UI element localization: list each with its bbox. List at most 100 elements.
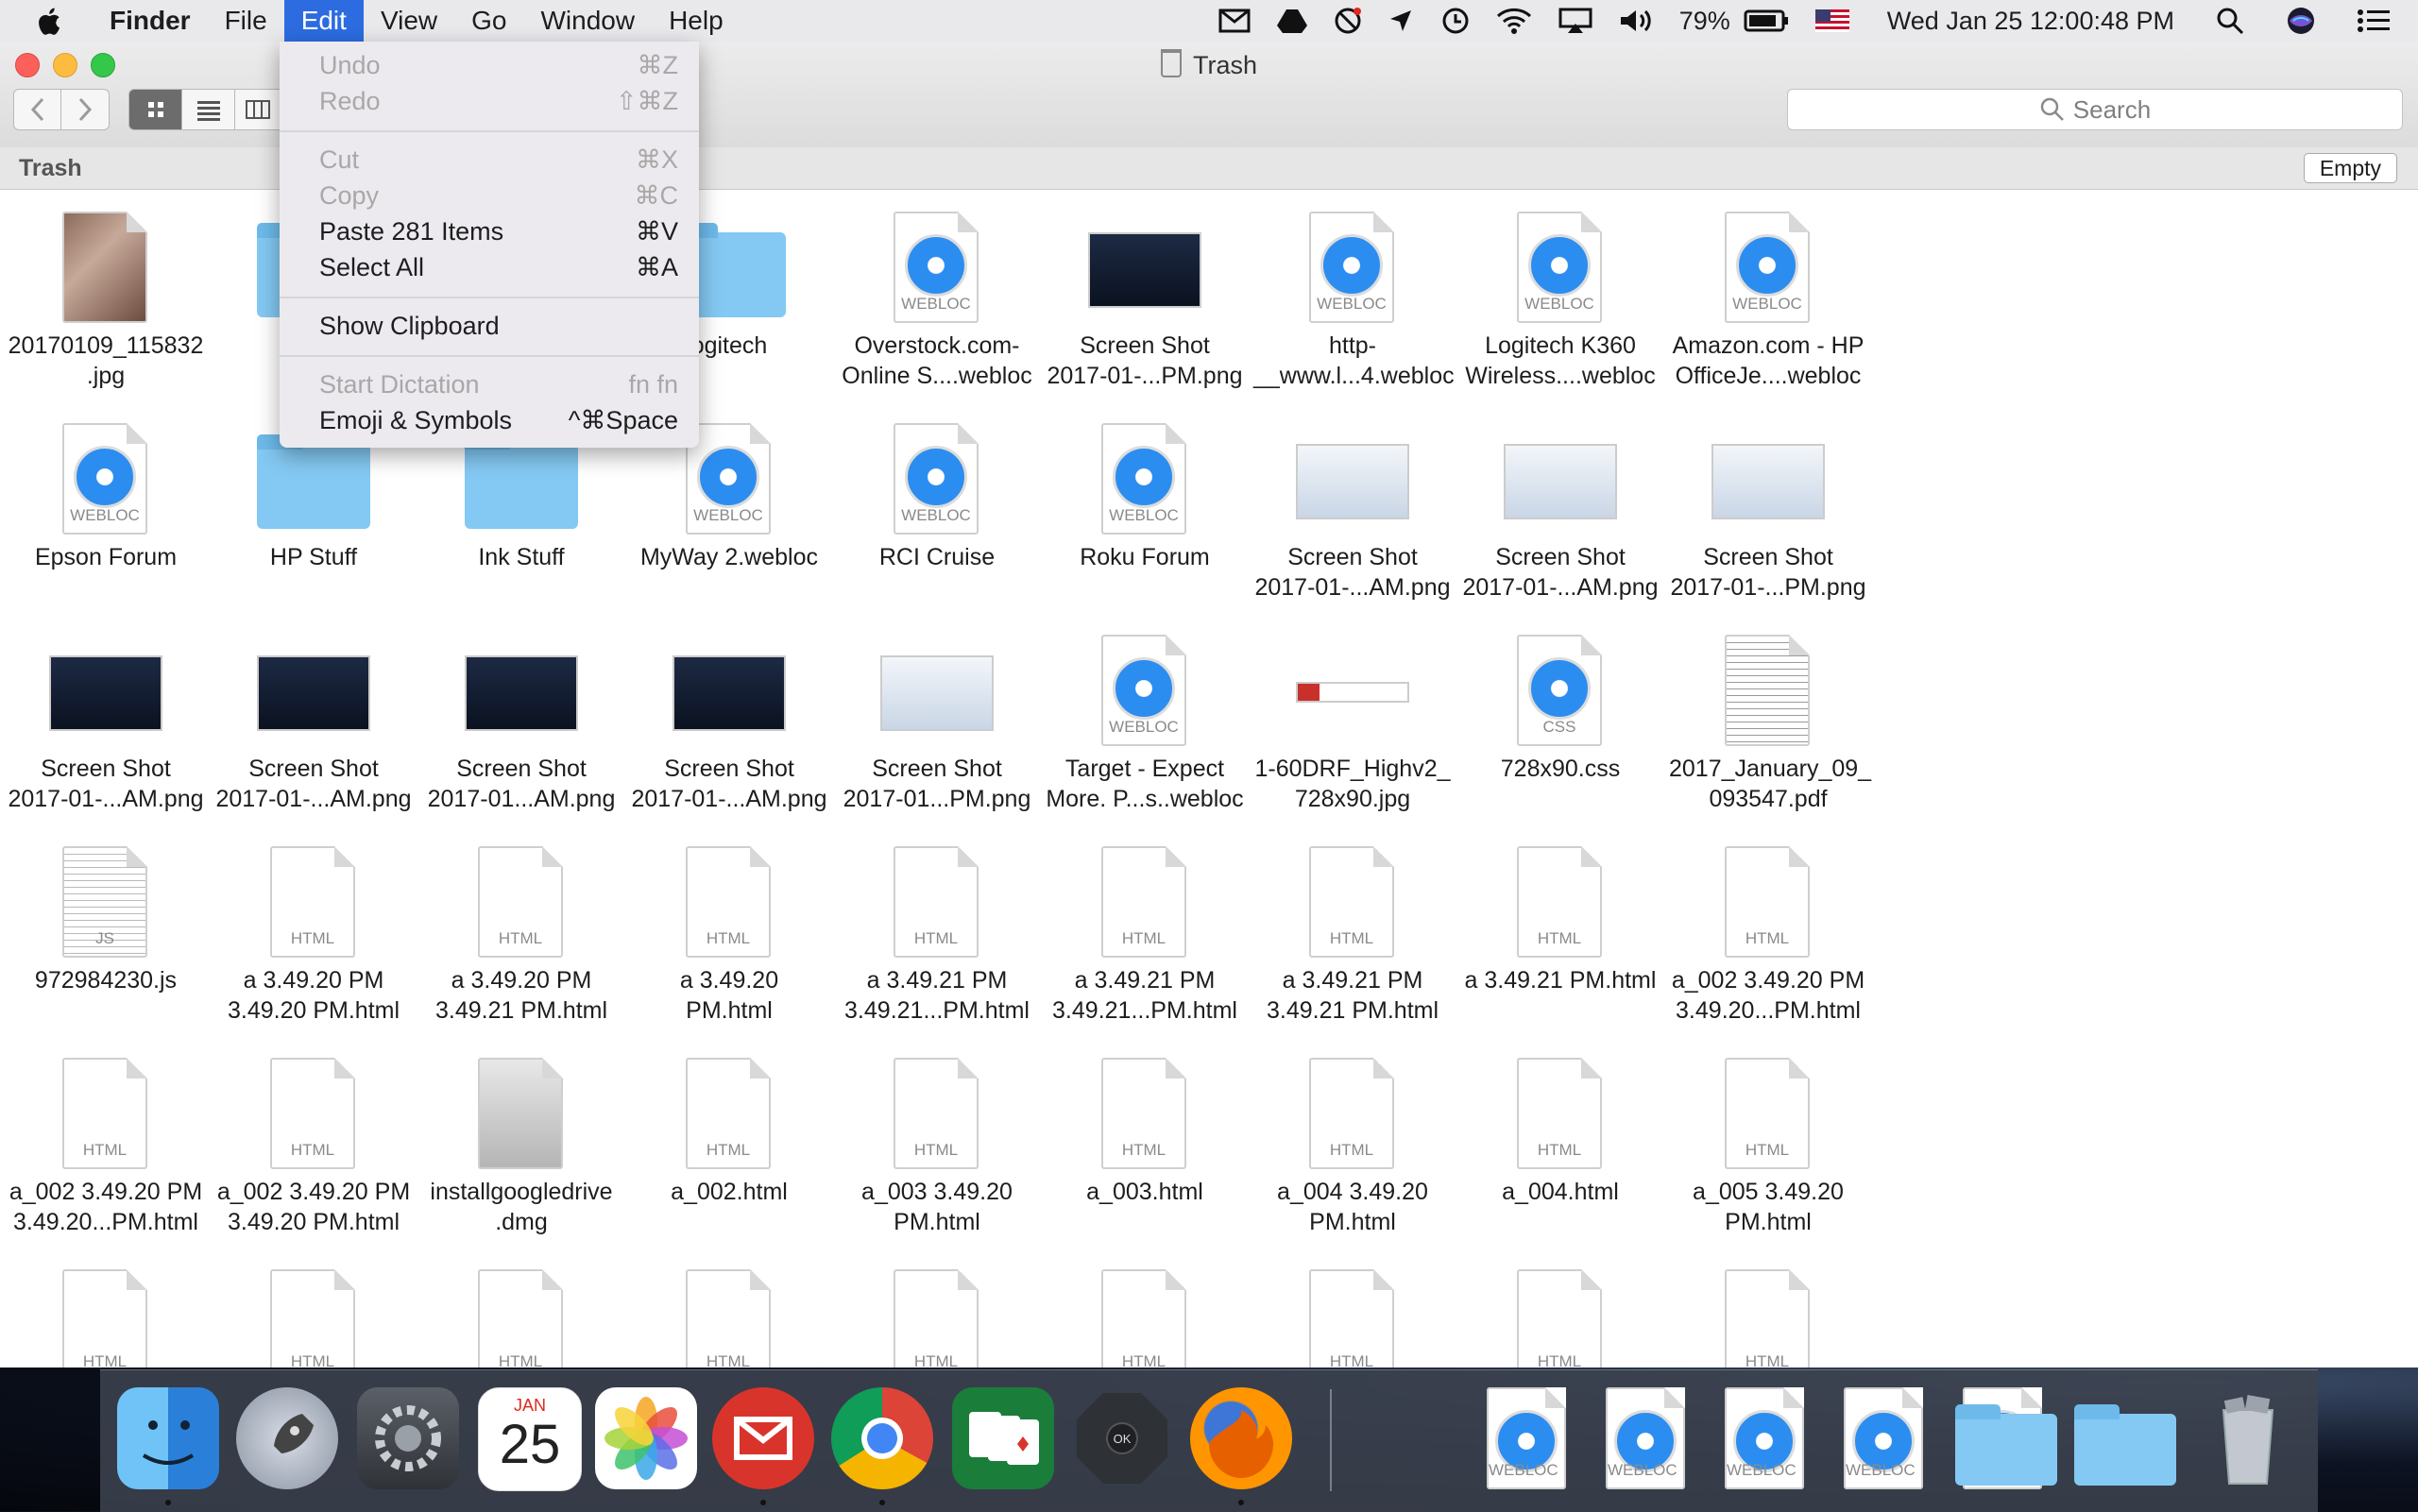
dock-launchpad[interactable] <box>236 1387 338 1489</box>
empty-trash-button[interactable]: Empty <box>2303 153 2397 183</box>
dock-finder[interactable] <box>117 1387 219 1489</box>
menu-item-start-dictation[interactable]: Start Dictation fn fn <box>280 366 699 402</box>
siri-icon[interactable] <box>2286 6 2316 36</box>
file-item[interactable]: HTML a_003.html <box>1046 1048 1244 1260</box>
dock-trash[interactable] <box>2197 1387 2299 1489</box>
menu-item-undo[interactable]: Undo ⌘Z <box>280 47 699 83</box>
file-item[interactable]: HTML <box>838 1260 1036 1368</box>
wifi-icon[interactable] <box>1496 8 1532 34</box>
file-item[interactable]: HTML a 3.49.21 PM 3.49.21 PM.html <box>1253 837 1452 1048</box>
file-item[interactable]: HTML a_004.html <box>1461 1048 1660 1260</box>
us-flag-icon[interactable] <box>1814 9 1849 32</box>
time-machine-icon[interactable] <box>1439 7 1470 35</box>
menu-file[interactable]: File <box>208 0 284 42</box>
file-item[interactable]: CSS 728x90.css <box>1461 625 1660 837</box>
view-columns-button[interactable] <box>234 89 281 130</box>
file-item[interactable]: HTML <box>1461 1260 1660 1368</box>
file-item[interactable]: HTML a_005 3.49.20 PM.html <box>1669 1048 1867 1260</box>
file-item[interactable]: 1-60DRF_Highv2_ 728x90.jpg <box>1253 625 1452 837</box>
file-item[interactable]: Screen Shot 2017-01-...AM.png <box>630 625 828 837</box>
file-item[interactable]: 2017_January_09_ 093547.pdf <box>1669 625 1871 837</box>
file-item[interactable]: HTML a 3.49.21 PM 3.49.21...PM.html <box>1046 837 1244 1048</box>
file-item[interactable]: WEBLOC Amazon.com - HP OfficeJe....webloc <box>1669 202 1867 414</box>
file-item[interactable]: HTML a_002 3.49.20 PM 3.49.20 PM.html <box>214 1048 413 1260</box>
file-item[interactable]: HTML <box>1669 1260 1867 1368</box>
dock-photos[interactable] <box>595 1387 697 1489</box>
dock-mail-app[interactable] <box>712 1387 814 1489</box>
volume-icon[interactable] <box>1619 8 1653 34</box>
file-item[interactable]: Screen Shot 2017-01...AM.png <box>422 625 621 837</box>
dock-webloc-document[interactable]: WEBLOC <box>1832 1387 1934 1489</box>
file-item[interactable]: HTML a_004 3.49.20 PM.html <box>1253 1048 1452 1260</box>
google-drive-icon[interactable] <box>1276 8 1307 34</box>
file-item[interactable]: HTML a_002 3.49.20 PM 3.49.20...PM.html <box>7 1048 205 1260</box>
file-item[interactable]: Screen Shot 2017-01...PM.png <box>838 625 1036 837</box>
spotlight-search-icon[interactable] <box>2216 7 2244 35</box>
menu-item-show-clipboard[interactable]: Show Clipboard <box>280 308 699 344</box>
file-item[interactable]: 20170109_115832 .jpg <box>7 202 205 414</box>
search-field[interactable]: Search <box>1787 89 2403 130</box>
dock-folder-1[interactable] <box>1955 1387 2057 1489</box>
dock-webloc-document[interactable]: WEBLOC <box>1713 1387 1815 1489</box>
file-item[interactable]: HTML a_003 3.49.20 PM.html <box>838 1048 1036 1260</box>
view-icon-button[interactable] <box>128 89 183 130</box>
menu-item-cut[interactable]: Cut ⌘X <box>280 142 699 178</box>
menu-view[interactable]: View <box>364 0 454 42</box>
menu-item-select-all[interactable]: Select All ⌘A <box>280 249 699 285</box>
menu-item-redo[interactable]: Redo ⇧⌘Z <box>280 83 699 119</box>
file-item[interactable]: WEBLOC Target - Expect More. P...s..weblo… <box>1046 625 1244 837</box>
file-item[interactable]: Screen Shot 2017-01-...PM.png <box>1046 202 1244 414</box>
file-item[interactable]: WEBLOC Epson Forum <box>7 414 205 625</box>
dock-chrome[interactable] <box>831 1387 933 1489</box>
forward-button[interactable] <box>60 89 110 130</box>
dock-webloc-document[interactable]: WEBLOC <box>1475 1387 1577 1489</box>
file-item[interactable]: HTML <box>422 1260 621 1368</box>
file-item[interactable]: HTML <box>7 1260 205 1368</box>
dock-ok-app[interactable]: OK <box>1071 1387 1173 1489</box>
file-item[interactable]: WEBLOC http- __www.l...4.webloc <box>1253 202 1455 414</box>
file-item[interactable]: HTML a 3.49.21 PM 3.49.21...PM.html <box>838 837 1036 1048</box>
view-list-button[interactable] <box>181 89 236 130</box>
file-item[interactable]: Screen Shot 2017-01-...AM.png <box>1253 414 1452 625</box>
menu-go[interactable]: Go <box>454 0 523 42</box>
battery-icon[interactable] <box>1744 8 1789 33</box>
file-item[interactable]: HTML <box>1046 1260 1244 1368</box>
file-item[interactable]: HTML <box>1253 1260 1452 1368</box>
battery-percent[interactable]: 79% <box>1679 7 1730 36</box>
menu-item-emoji-symbols[interactable]: Emoji & Symbols ^⌘Space <box>280 402 699 438</box>
menu-item-paste[interactable]: Paste 281 Items ⌘V <box>280 213 699 249</box>
file-item[interactable]: HTML <box>214 1260 413 1368</box>
file-item[interactable]: WEBLOC Roku Forum <box>1046 414 1244 625</box>
file-item[interactable]: Screen Shot 2017-01-...AM.png <box>214 625 413 837</box>
file-item[interactable]: WEBLOC Overstock.com- Online S....webloc <box>838 202 1036 414</box>
menu-item-copy[interactable]: Copy ⌘C <box>280 178 699 213</box>
dock-system-preferences[interactable] <box>357 1387 459 1489</box>
file-item[interactable]: WEBLOC RCI Cruise <box>838 414 1036 625</box>
file-item[interactable]: HTML <box>630 1260 828 1368</box>
mail-icon[interactable] <box>1218 8 1251 33</box>
file-item[interactable]: Screen Shot 2017-01-...AM.png <box>1461 414 1660 625</box>
file-item[interactable]: HTML a 3.49.21 PM.html <box>1461 837 1660 1048</box>
dock-calendar[interactable]: JAN 25 <box>478 1387 582 1491</box>
dock-folder-2[interactable] <box>2074 1387 2176 1489</box>
airplay-icon[interactable] <box>1558 8 1592 34</box>
file-item[interactable]: WEBLOC Logitech K360 Wireless....webloc <box>1461 202 1660 414</box>
apple-menu-icon[interactable] <box>38 6 64 36</box>
file-item[interactable]: HTML a_002 3.49.20 PM 3.49.20...PM.html <box>1669 837 1867 1048</box>
notification-center-icon[interactable] <box>2358 8 2390 33</box>
do-not-disturb-icon[interactable] <box>1334 7 1362 35</box>
file-item[interactable]: HTML a_002.html <box>630 1048 828 1260</box>
dock-webloc-document[interactable]: WEBLOC <box>1594 1387 1696 1489</box>
file-item[interactable]: JS 972984230.js <box>7 837 205 1048</box>
clock-datetime[interactable]: Wed Jan 25 12:00:48 PM <box>1887 7 2174 36</box>
menu-window[interactable]: Window <box>523 0 652 42</box>
file-item[interactable]: HTML a 3.49.20 PM 3.49.20 PM.html <box>214 837 413 1048</box>
menu-edit[interactable]: Edit <box>283 0 364 42</box>
file-item[interactable]: Screen Shot 2017-01-...AM.png <box>7 625 205 837</box>
dock-solitaire[interactable] <box>952 1387 1054 1489</box>
menu-help[interactable]: Help <box>652 0 741 42</box>
menu-app-finder[interactable]: Finder <box>93 0 208 42</box>
back-button[interactable] <box>13 89 62 130</box>
file-item[interactable]: HTML a 3.49.20 PM.html <box>630 837 828 1048</box>
location-icon[interactable] <box>1388 8 1413 33</box>
